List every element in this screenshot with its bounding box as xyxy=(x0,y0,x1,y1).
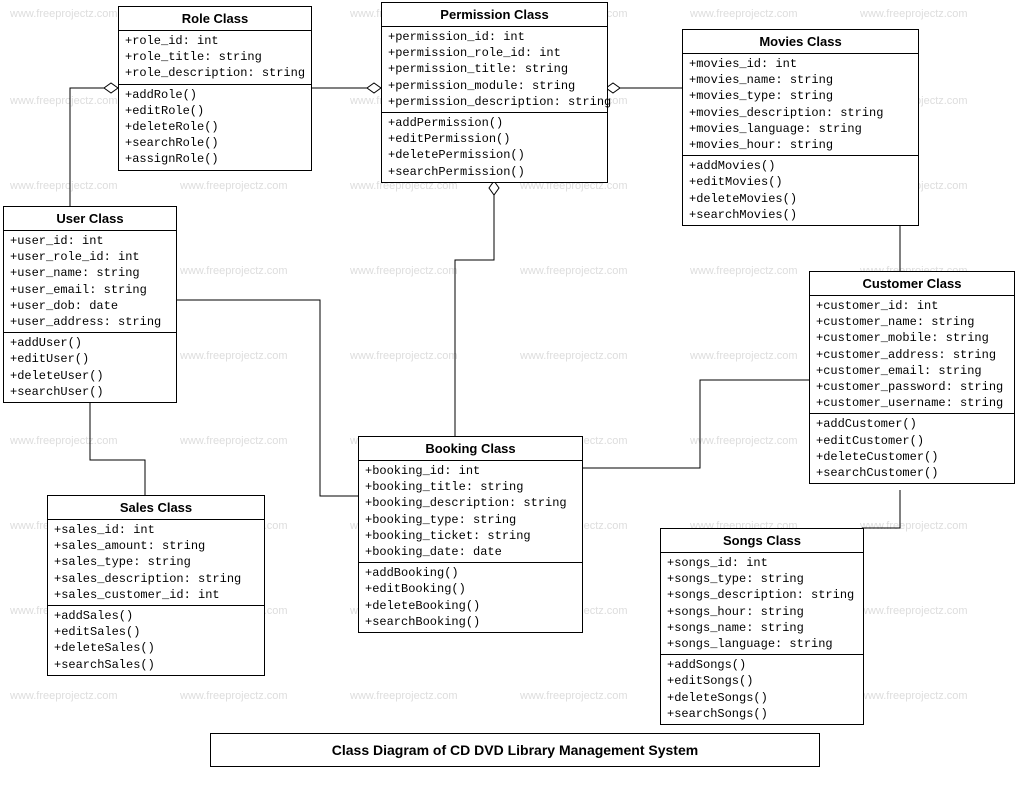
class-title: User Class xyxy=(4,207,176,231)
class-movies: Movies Class +movies_id: int +movies_nam… xyxy=(682,29,919,226)
class-title: Booking Class xyxy=(359,437,582,461)
class-sales: Sales Class +sales_id: int +sales_amount… xyxy=(47,495,265,676)
class-methods: +addUser() +editUser() +deleteUser() +se… xyxy=(4,333,176,402)
class-attrs: +role_id: int +role_title: string +role_… xyxy=(119,31,311,85)
class-methods: +addRole() +editRole() +deleteRole() +se… xyxy=(119,85,311,170)
class-title: Movies Class xyxy=(683,30,918,54)
class-methods: +addCustomer() +editCustomer() +deleteCu… xyxy=(810,414,1014,483)
class-customer: Customer Class +customer_id: int +custom… xyxy=(809,271,1015,484)
class-user: User Class +user_id: int +user_role_id: … xyxy=(3,206,177,403)
class-methods: +addPermission() +editPermission() +dele… xyxy=(382,113,607,182)
class-songs: Songs Class +songs_id: int +songs_type: … xyxy=(660,528,864,725)
diagram-title: Class Diagram of CD DVD Library Manageme… xyxy=(210,733,820,767)
class-attrs: +booking_id: int +booking_title: string … xyxy=(359,461,582,563)
class-attrs: +customer_id: int +customer_name: string… xyxy=(810,296,1014,414)
class-methods: +addSongs() +editSongs() +deleteSongs() … xyxy=(661,655,863,724)
class-title: Songs Class xyxy=(661,529,863,553)
class-title: Sales Class xyxy=(48,496,264,520)
class-attrs: +sales_id: int +sales_amount: string +sa… xyxy=(48,520,264,606)
class-attrs: +permission_id: int +permission_role_id:… xyxy=(382,27,607,113)
class-methods: +addSales() +editSales() +deleteSales() … xyxy=(48,606,264,675)
class-methods: +addBooking() +editBooking() +deleteBook… xyxy=(359,563,582,632)
class-booking: Booking Class +booking_id: int +booking_… xyxy=(358,436,583,633)
class-title: Role Class xyxy=(119,7,311,31)
class-attrs: +user_id: int +user_role_id: int +user_n… xyxy=(4,231,176,333)
class-title: Customer Class xyxy=(810,272,1014,296)
class-attrs: +songs_id: int +songs_type: string +song… xyxy=(661,553,863,655)
class-title: Permission Class xyxy=(382,3,607,27)
class-permission: Permission Class +permission_id: int +pe… xyxy=(381,2,608,183)
class-attrs: +movies_id: int +movies_name: string +mo… xyxy=(683,54,918,156)
class-role: Role Class +role_id: int +role_title: st… xyxy=(118,6,312,171)
class-methods: +addMovies() +editMovies() +deleteMovies… xyxy=(683,156,918,225)
